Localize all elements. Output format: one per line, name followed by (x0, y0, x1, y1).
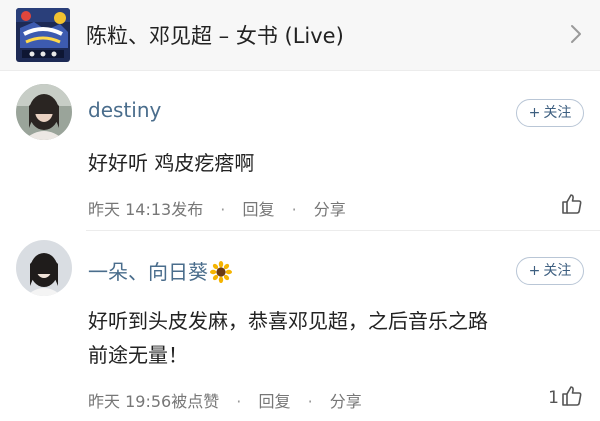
comment-timestamp: 昨天 19:56被点赞 (88, 392, 220, 411)
plus-icon: + (528, 263, 541, 279)
follow-label: 关注 (543, 263, 572, 279)
like-count: 1 (548, 388, 559, 408)
username[interactable]: destiny (88, 98, 161, 122)
separator-dot: · (291, 200, 297, 219)
album-cover[interactable] (16, 8, 70, 62)
plus-icon: + (528, 105, 541, 121)
comment-timestamp: 昨天 14:13发布 (88, 200, 204, 219)
username[interactable]: 一朵、向日葵 (88, 256, 232, 285)
follow-label: 关注 (543, 105, 572, 121)
divider (86, 230, 600, 231)
sunflower-icon (210, 261, 232, 283)
reply-button[interactable]: 回复 (258, 392, 290, 411)
follow-button[interactable]: + 关注 (516, 257, 584, 285)
reply-button[interactable]: 回复 (242, 200, 274, 219)
thumbs-up-icon (560, 192, 584, 220)
comment-text: 好听到头皮发麻，恭喜邓见超，之后音乐之路 前途无量！ (88, 304, 578, 372)
separator-dot: · (236, 392, 242, 411)
avatar[interactable] (16, 84, 72, 140)
comment-meta: 昨天 19:56被点赞 · 回复 · 分享 (88, 388, 362, 412)
comment-item: destiny + 关注 好好听 鸡皮疙瘩啊 昨天 14:13发布 · 回复 · … (0, 80, 600, 228)
like-button[interactable] (559, 193, 584, 219)
share-button[interactable]: 分享 (314, 200, 346, 219)
separator-dot: · (220, 200, 226, 219)
avatar[interactable] (16, 240, 72, 296)
separator-dot: · (307, 392, 313, 411)
comment-text-line: 好听到头皮发麻，恭喜邓见超，之后音乐之路 (88, 309, 488, 333)
comment-text: 好好听 鸡皮疙瘩啊 (88, 151, 255, 175)
thumbs-up-icon (560, 384, 584, 412)
comment-text-line: 前途无量！ (88, 343, 188, 367)
song-title[interactable]: 陈粒、邓见超 – 女书 (Live) (86, 20, 344, 50)
comment-item: 一朵、向日葵 + 关注 好听到头皮发麻，恭喜邓见超，之后音乐之路 前途无量！ 昨天… (0, 232, 600, 421)
follow-button[interactable]: + 关注 (516, 99, 584, 127)
chevron-right-icon[interactable] (568, 22, 584, 46)
share-button[interactable]: 分享 (330, 392, 362, 411)
song-header[interactable]: 陈粒、邓见超 – 女书 (Live) (0, 0, 600, 71)
comment-meta: 昨天 14:13发布 · 回复 · 分享 (88, 196, 346, 220)
like-button[interactable]: 1 (548, 385, 584, 411)
username-text: 一朵、向日葵 (88, 260, 208, 284)
